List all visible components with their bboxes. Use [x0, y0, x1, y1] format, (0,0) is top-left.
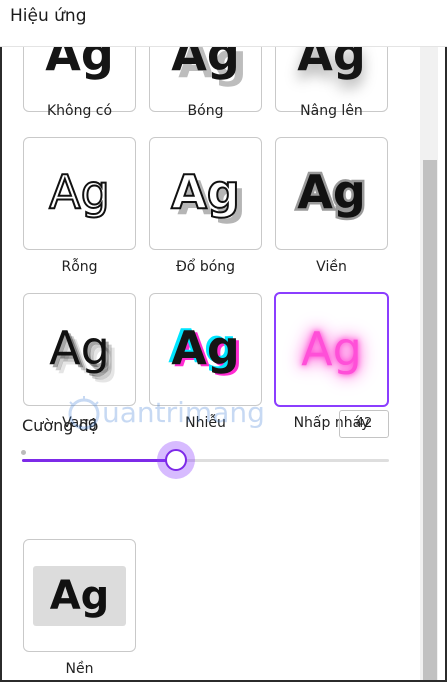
intensity-slider[interactable] [21, 441, 389, 479]
effect-shadow-label: Bóng [187, 103, 224, 119]
effect-sample: Ag [45, 47, 114, 81]
effect-glitch-label: Nhiễu [185, 415, 226, 431]
effects-header: Hiệu ứng [0, 0, 447, 47]
intensity-label: Cường độ [22, 416, 99, 435]
effect-background-label: Nền [65, 661, 94, 677]
effect-outline-label: Viền [316, 259, 347, 275]
effect-sample: Ag [301, 322, 362, 376]
effect-sample: Ag [171, 47, 240, 81]
effect-none-label: Không có [46, 103, 113, 119]
effect-sample: Ag [171, 321, 240, 375]
slider-start-dot [21, 450, 26, 455]
effect-splice-label: Đổ bóng [175, 259, 236, 275]
effect-outline-tile[interactable]: Ag [275, 137, 388, 250]
panel-title: Hiệu ứng [10, 6, 87, 26]
effect-sample: Ag [297, 47, 366, 81]
scrollbar[interactable] [420, 47, 438, 680]
intensity-value-input[interactable]: 42 [339, 410, 389, 438]
effect-background-tile[interactable]: Ag [23, 539, 136, 652]
effect-splice-tile[interactable]: Ag [149, 137, 262, 250]
slider-thumb-knob[interactable] [165, 449, 187, 471]
effect-hollow-label: Rỗng [61, 259, 98, 275]
effect-neon-tile[interactable]: Ag [274, 292, 389, 407]
effect-sample: Ag [33, 566, 126, 626]
effect-glitch-tile[interactable]: Ag [149, 293, 262, 406]
slider-thumb[interactable] [157, 441, 195, 479]
scrollbar-thumb[interactable] [423, 160, 437, 680]
effect-sample: Ag [295, 164, 369, 221]
effect-sample: Ag [49, 321, 110, 375]
effects-panel: Ag Không có Ag Bóng Ag Nâng lên Ag Rỗng … [0, 47, 420, 680]
effect-lift-label: Nâng lên [300, 103, 363, 119]
effect-echo-tile[interactable]: Ag [23, 293, 136, 406]
effect-sample: Ag [48, 165, 111, 219]
slider-fill [22, 459, 176, 462]
effect-hollow-tile[interactable]: Ag [23, 137, 136, 250]
effect-sample: Ag [170, 165, 241, 219]
